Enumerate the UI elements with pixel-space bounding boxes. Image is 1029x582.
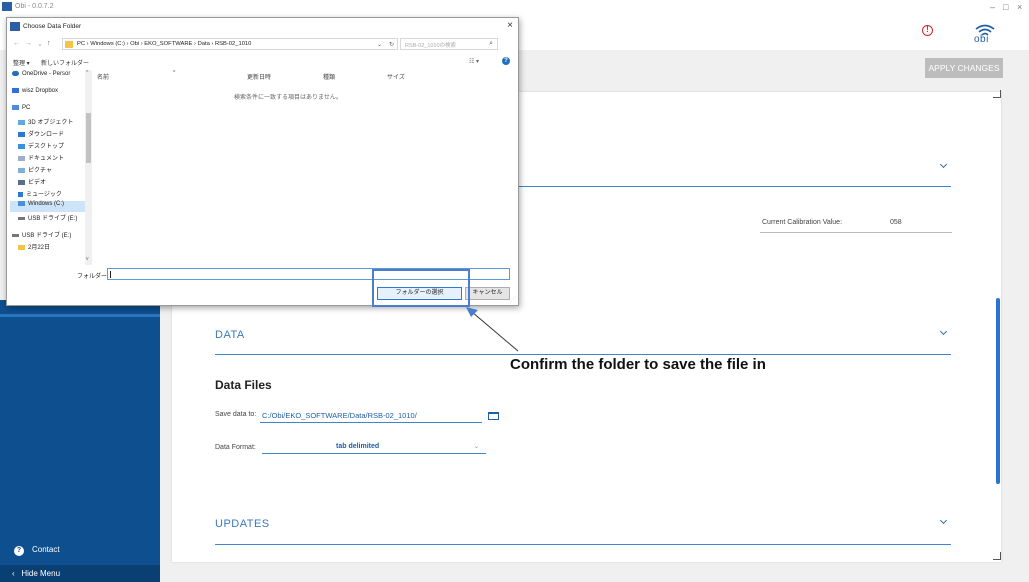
annotation-arrow bbox=[466, 307, 519, 352]
